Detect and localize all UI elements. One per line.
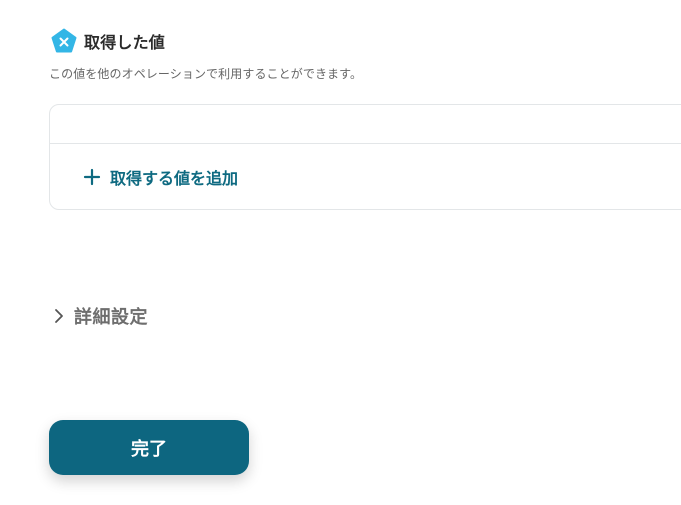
- advanced-settings-label: 詳細設定: [74, 307, 148, 328]
- output-section-header: 取得した値: [51, 28, 165, 54]
- section-description: この値を他のオペレーションで利用することができます。: [49, 67, 363, 81]
- values-list-empty-row: [50, 105, 681, 144]
- done-button[interactable]: 完了: [49, 420, 249, 475]
- add-value-label: 取得する値を追加: [110, 169, 239, 188]
- chevron-right-icon: [55, 309, 63, 323]
- add-value-button[interactable]: 取得する値を追加: [83, 165, 238, 189]
- section-title: 取得した値: [84, 33, 166, 52]
- page: 取得した値 この値を他のオペレーションで利用することができます。 取得する値を追…: [0, 0, 681, 505]
- output-badge-icon: [51, 28, 77, 53]
- output-values-box: 取得する値を追加: [49, 104, 681, 210]
- advanced-settings-toggle[interactable]: 詳細設定: [52, 303, 148, 329]
- plus-icon: [83, 168, 101, 186]
